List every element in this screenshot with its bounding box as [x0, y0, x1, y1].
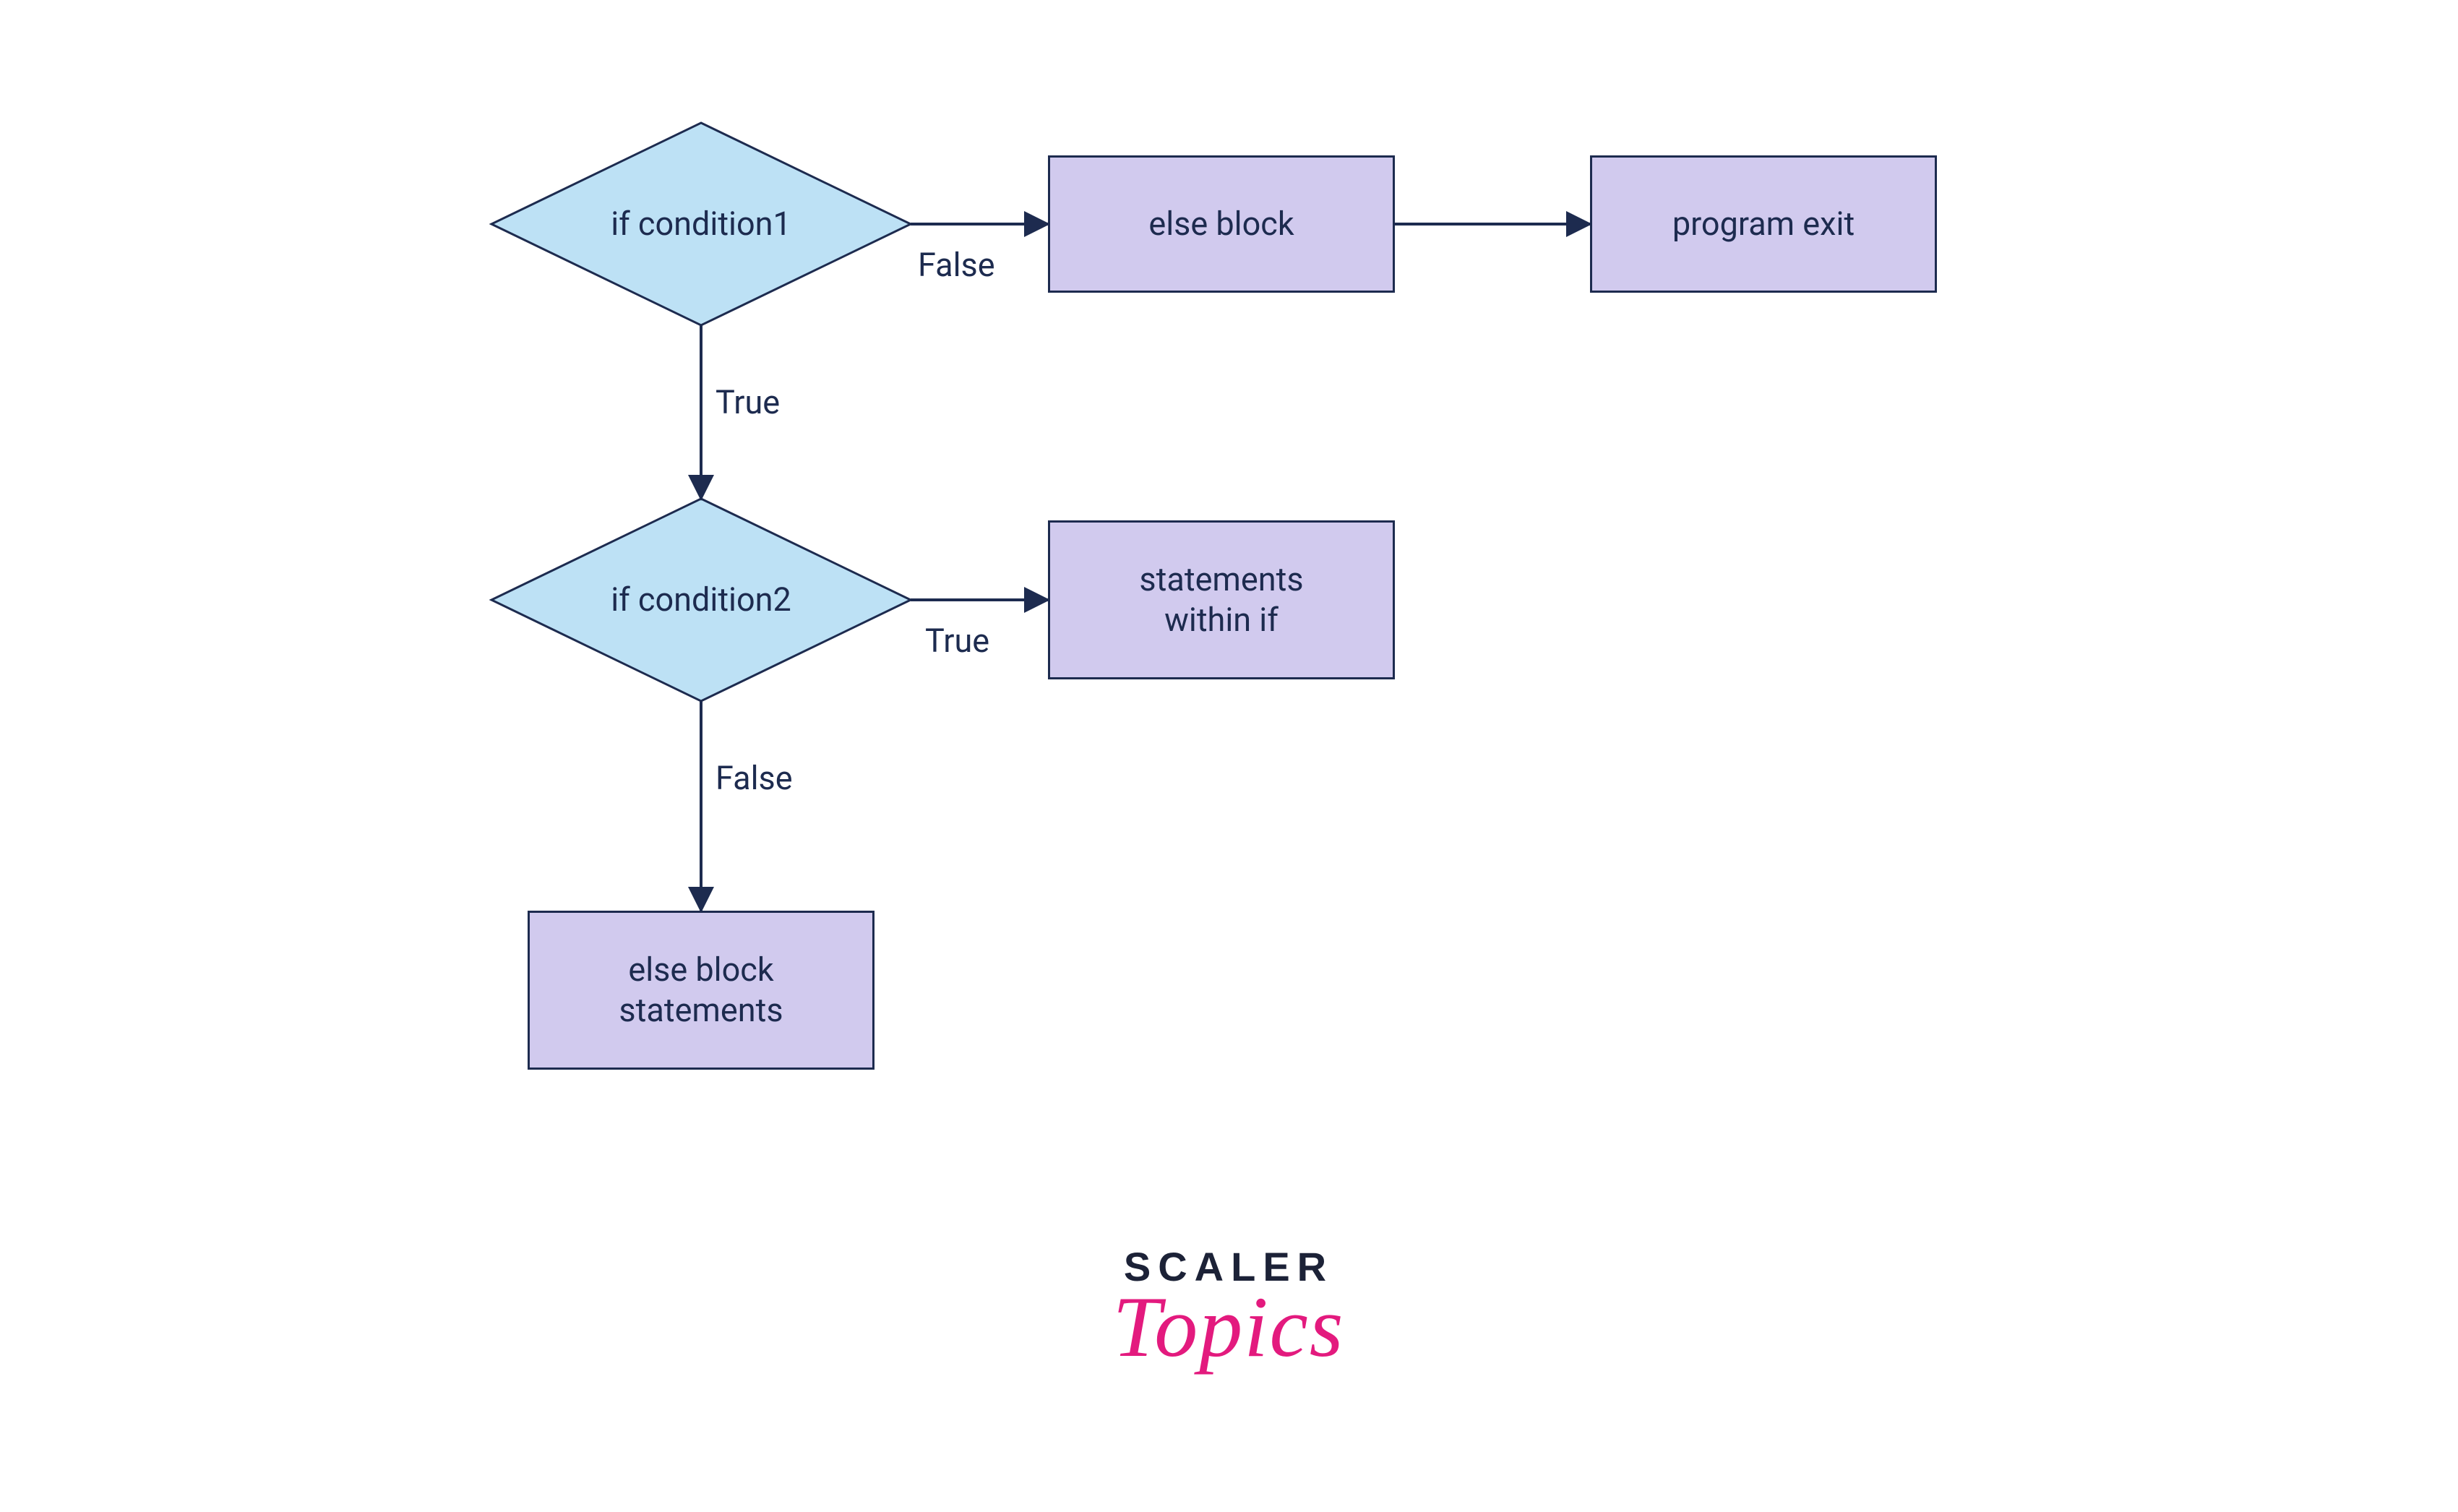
rect-stmts-within-if-label: statements within if [1139, 559, 1303, 641]
edge-label-cond1-true: True [716, 383, 780, 421]
edge-label-cond1-false: False [918, 246, 995, 284]
diamond-cond1: if condition1 [491, 123, 911, 325]
flowchart-canvas: if condition1 if condition2 else block p… [0, 0, 2458, 1512]
edge-label-cond2-false: False [716, 759, 793, 797]
rect-program-exit-label: program exit [1672, 204, 1855, 244]
rect-else-block-stmts: else block statements [528, 911, 875, 1070]
diamond-cond2: if condition2 [491, 499, 911, 701]
diamond-cond1-label: if condition1 [611, 204, 791, 244]
logo-line2: Topics [1070, 1277, 1388, 1377]
rect-else-block-label: else block [1148, 204, 1294, 244]
edge-label-cond2-true: True [925, 622, 989, 660]
rect-program-exit: program exit [1590, 155, 1937, 293]
rect-else-block: else block [1048, 155, 1395, 293]
scaler-topics-logo: SCALER Topics [1070, 1243, 1388, 1377]
rect-stmts-within-if: statements within if [1048, 520, 1395, 679]
rect-else-block-stmts-label: else block statements [619, 950, 783, 1031]
diamond-cond2-label: if condition2 [611, 580, 791, 620]
